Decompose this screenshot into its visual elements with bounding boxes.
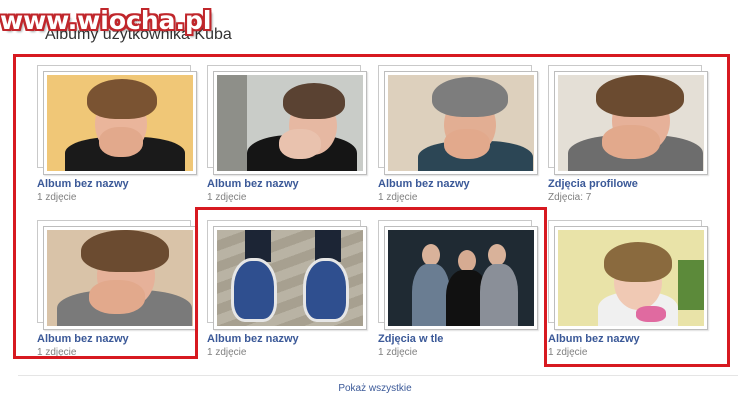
- footer-divider: [18, 375, 738, 376]
- album-cover-photo: [558, 230, 704, 326]
- album-photo-count: 1 zdjęcie: [378, 192, 418, 203]
- annotation-right-edge: [727, 54, 730, 367]
- annotation-left-edge: [13, 54, 16, 359]
- album-cover[interactable]: [207, 65, 372, 175]
- album-name[interactable]: Zdjęcia w tle: [378, 333, 443, 345]
- album-name[interactable]: Album bez nazwy: [548, 333, 640, 345]
- album-photo-count: Zdjęcia: 7: [548, 192, 592, 203]
- album-cover-photo: [388, 230, 534, 326]
- album-cover-photo: [217, 75, 363, 171]
- album-cover[interactable]: [207, 220, 372, 330]
- show-all-link[interactable]: Pokaż wszystkie: [0, 383, 750, 393]
- album-cover[interactable]: [37, 65, 202, 175]
- annotation-bottom-left-edge: [13, 356, 198, 359]
- album-cover-photo: [47, 230, 193, 326]
- album-card[interactable]: Album bez nazwy 1 zdjęcie: [207, 220, 372, 365]
- album-photo-count: 1 zdjęcie: [548, 347, 588, 358]
- album-cover[interactable]: [548, 65, 713, 175]
- album-card[interactable]: Album bez nazwy 1 zdjęcie: [37, 220, 202, 365]
- album-cover[interactable]: [378, 220, 543, 330]
- album-card[interactable]: Album bez nazwy 1 zdjęcie: [207, 65, 372, 210]
- album-cover-photo: [47, 75, 193, 171]
- album-name[interactable]: Album bez nazwy: [37, 178, 129, 190]
- album-card[interactable]: Album bez nazwy 1 zdjęcie: [37, 65, 202, 210]
- album-name[interactable]: Zdjęcia profilowe: [548, 178, 638, 190]
- album-card[interactable]: Album bez nazwy 1 zdjęcie: [378, 65, 543, 210]
- album-photo-count: 1 zdjęcie: [207, 347, 247, 358]
- annotation-inner-right-edge: [544, 207, 547, 367]
- album-card[interactable]: Album bez nazwy 1 zdjęcie: [548, 220, 713, 365]
- album-cover[interactable]: [378, 65, 543, 175]
- album-cover-photo: [388, 75, 534, 171]
- album-cover[interactable]: [548, 220, 713, 330]
- album-photo-count: 1 zdjęcie: [378, 347, 418, 358]
- annotation-top-edge: [13, 54, 730, 57]
- album-cover[interactable]: [37, 220, 202, 330]
- album-photo-count: 1 zdjęcie: [207, 192, 247, 203]
- annotation-inner-top-edge: [195, 207, 547, 210]
- album-name[interactable]: Album bez nazwy: [207, 333, 299, 345]
- annotation-bottom-right-edge: [544, 364, 730, 367]
- album-card[interactable]: Zdjęcia w tle 1 zdjęcie: [378, 220, 543, 365]
- site-watermark: www.wiocha.pl: [0, 6, 212, 35]
- album-photo-count: 1 zdjęcie: [37, 192, 77, 203]
- album-name[interactable]: Album bez nazwy: [37, 333, 129, 345]
- album-name[interactable]: Album bez nazwy: [378, 178, 470, 190]
- album-cover-photo: [217, 230, 363, 326]
- album-card[interactable]: Zdjęcia profilowe Zdjęcia: 7: [548, 65, 713, 210]
- annotation-inner-left-edge: [195, 207, 198, 359]
- album-name[interactable]: Album bez nazwy: [207, 178, 299, 190]
- album-cover-photo: [558, 75, 704, 171]
